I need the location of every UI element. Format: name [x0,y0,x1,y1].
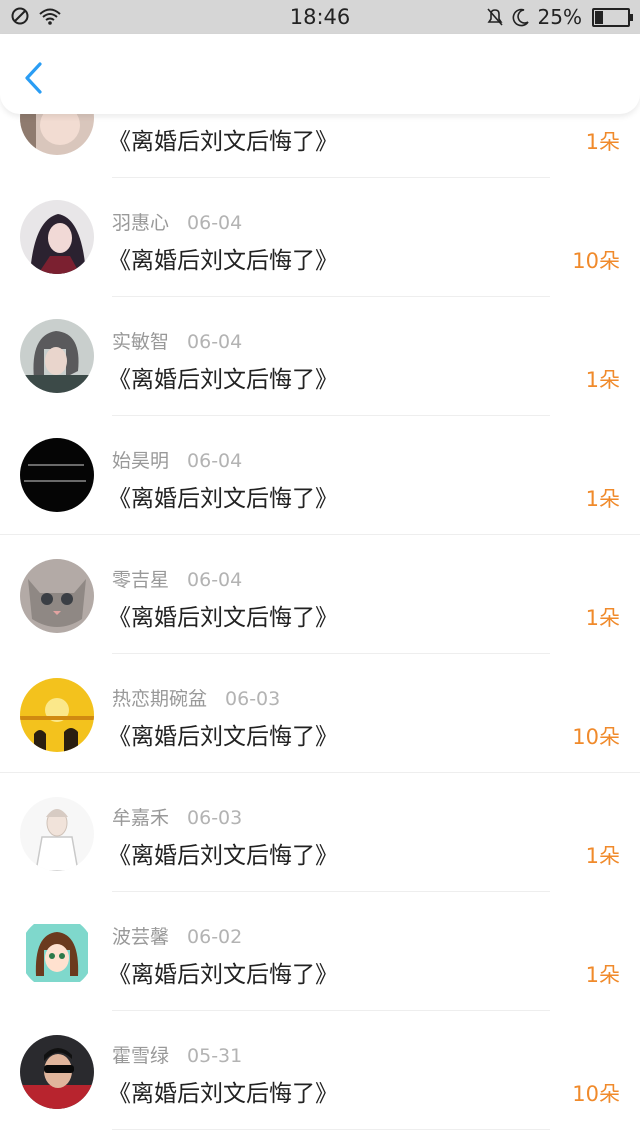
gift-count: 1朵 [585,844,620,868]
list-item[interactable]: 波芸馨 06-02 《离婚后刘文后悔了》 1朵 [0,892,640,1011]
user-name[interactable]: 牟嘉禾 [112,807,169,829]
user-name[interactable]: 热恋期碗盆 [112,688,207,710]
list-item[interactable]: 热恋期碗盆 06-03 《离婚后刘文后悔了》 10朵 [0,654,640,773]
battery-percent: 25% [537,5,582,29]
user-name-line: 霍雪绿 05-31 [112,1041,242,1068]
user-name[interactable]: 波芸馨 [112,926,169,948]
list-item[interactable]: 霍雪绿 05-31 《离婚后刘文后悔了》 10朵 [0,1011,640,1130]
user-name-line: 牟嘉禾 06-03 [112,803,242,830]
book-title: 《离婚后刘文后悔了》 [108,843,338,869]
status-bar: 18:46 25% [0,0,640,34]
gift-count: 10朵 [572,725,620,749]
user-name[interactable]: 霍雪绿 [112,1045,169,1067]
user-name-line: 实敏智 06-04 [112,327,242,354]
date: 06-03 [225,688,281,710]
user-name-line: 始昊明 06-04 [112,446,242,473]
gift-count: 1朵 [585,963,620,987]
date: 06-03 [187,807,243,829]
avatar[interactable] [20,559,94,633]
date: 06-04 [187,450,243,472]
nav-header [0,34,640,114]
book-title: 《离婚后刘文后悔了》 [108,1081,338,1107]
avatar[interactable] [20,1035,94,1109]
gift-count: 10朵 [572,249,620,273]
list-item[interactable]: 始昊明 06-04 《离婚后刘文后悔了》 1朵 [0,416,640,535]
user-name[interactable]: 实敏智 [112,331,169,353]
gift-count: 1朵 [585,487,620,511]
gift-count: 10朵 [572,1082,620,1106]
moon-icon [512,8,529,27]
user-name[interactable]: 始昊明 [112,450,169,472]
avatar[interactable] [20,319,94,393]
book-title: 《离婚后刘文后悔了》 [108,486,338,512]
date: 06-04 [187,212,243,234]
date: 06-04 [187,331,243,353]
avatar[interactable] [20,916,94,990]
book-title: 《离婚后刘文后悔了》 [108,605,338,631]
date: 06-04 [187,569,243,591]
back-button[interactable] [20,60,50,96]
list-item[interactable]: 实敏智 06-04 《离婚后刘文后悔了》 1朵 [0,297,640,416]
divider [112,1129,550,1130]
book-title: 《离婚后刘文后悔了》 [108,724,338,750]
user-name-line: 零吉星 06-04 [112,565,242,592]
user-name-line: 波芸馨 06-02 [112,922,242,949]
list-item[interactable]: 牟嘉禾 06-03 《离婚后刘文后悔了》 1朵 [0,773,640,892]
battery-icon [592,7,633,27]
chevron-left-icon [25,62,42,94]
avatar[interactable] [20,678,94,752]
book-title: 《离婚后刘文后悔了》 [108,962,338,988]
mute-bell-icon [486,8,503,26]
user-name-line: 热恋期碗盆 06-03 [112,684,280,711]
avatar[interactable] [20,797,94,871]
user-name[interactable]: 零吉星 [112,569,169,591]
gift-count: 1朵 [585,368,620,392]
gift-count: 1朵 [585,130,620,154]
book-title: 《离婚后刘文后悔了》 [108,129,338,155]
list-item[interactable]: 零吉星 06-04 《离婚后刘文后悔了》 1朵 [0,535,640,654]
gift-count: 1朵 [585,606,620,630]
list-item[interactable]: 羽惠心 06-04 《离婚后刘文后悔了》 10朵 [0,178,640,297]
user-name[interactable]: 羽惠心 [112,212,169,234]
date: 06-02 [187,926,243,948]
battery-fill [595,10,603,24]
book-title: 《离婚后刘文后悔了》 [108,248,338,274]
date: 05-31 [187,1045,243,1067]
user-name-line: 羽惠心 06-04 [112,208,242,235]
avatar[interactable] [20,200,94,274]
avatar[interactable] [20,438,94,512]
book-title: 《离婚后刘文后悔了》 [108,367,338,393]
